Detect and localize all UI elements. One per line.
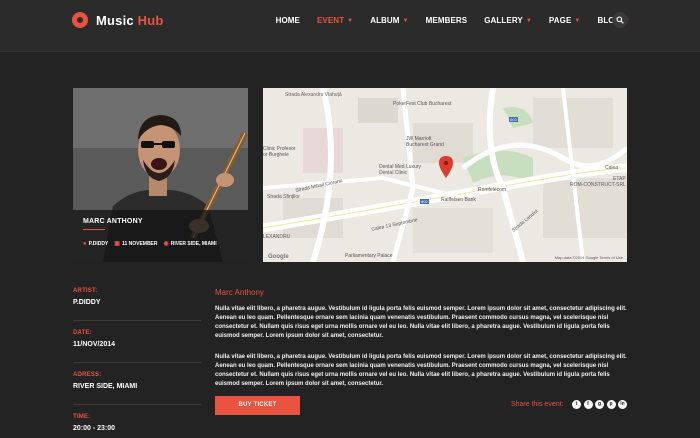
linkedin-icon[interactable]: in [618, 400, 627, 409]
share-bar: Share this event: t f g p in [511, 400, 627, 409]
google-logo: Google [268, 254, 289, 260]
nav-members[interactable]: MEMBERS [426, 16, 468, 25]
chevron-down-icon: ▼ [347, 17, 354, 24]
map-label: ROM-CONSTRUCT-SRL [570, 182, 626, 188]
map-label: Romtelecom [478, 187, 507, 193]
calendar-icon: ▣ [114, 241, 120, 247]
artist-name: MARC ANTHONY [83, 218, 143, 225]
site-header: Music Hub HOME EVENT ▼ ALBUM ▼ MEMBERS GAL… [0, 0, 700, 52]
info-time: TIME: 20:00 - 23:00 [73, 414, 116, 432]
event-description: Marc Anthony Nulla vitae elit libero, a … [215, 288, 627, 401]
logo-text-accent: Hub [137, 12, 164, 28]
map-label: ETAP [613, 176, 626, 182]
info-artist: ARTIST: P.DIDDY [73, 288, 201, 321]
map-road-sign: 603 [509, 117, 518, 122]
meta-date: 11 NOVEMBER [121, 240, 158, 247]
map-label: Strada Sfinților [267, 194, 300, 200]
nav-home[interactable]: HOME [276, 16, 300, 25]
map-canvas [263, 88, 627, 262]
nav-album[interactable]: ALBUM ▼ [370, 16, 408, 25]
event-map[interactable]: Strada Alexandru Vlahuță PokerFest Club … [263, 88, 627, 262]
info-date: DATE: 11/NOV/2014 [73, 330, 201, 363]
map-label: Strada Alexandru Vlahuță [285, 92, 342, 98]
map-label: Raiffeisen Bank [441, 197, 476, 203]
description-title: Marc Anthony [215, 288, 264, 297]
description-paragraph: Nulla vitae elit libero, a pharetra augu… [215, 354, 627, 387]
artist-photo: MARC ANTHONY ● P.DIDDY ▣ 11 NOVEMBER ◉ R… [73, 88, 248, 262]
map-label: Parliamentary Palace [345, 253, 393, 259]
description-paragraph: Nulla vitae elit libero, a pharetra augu… [215, 306, 627, 339]
pinterest-icon[interactable]: p [606, 400, 616, 409]
buy-ticket-button[interactable]: BUY TICKET [215, 396, 300, 415]
map-label: Clinic Profesor or Burghele [263, 146, 296, 158]
main-nav: HOME EVENT ▼ ALBUM ▼ MEMBERS GALLERY ▼ PAGE… [259, 16, 630, 25]
chevron-down-icon: ▼ [574, 17, 581, 24]
event-meta-row: ● P.DIDDY ▣ 11 NOVEMBER ◉ RIVER SIDE, MI… [83, 240, 223, 248]
map-attribution[interactable]: Map data ©2014 Google Terms of Use [555, 255, 623, 260]
nav-gallery[interactable]: GALLERY ▼ [484, 16, 532, 25]
info-address: ADRESS: RIVER SIDE, MIAMI [73, 372, 201, 405]
map-label: LEXANDRU [263, 234, 291, 240]
microphone-icon: ● [83, 240, 87, 247]
site-logo[interactable]: Music Hub [72, 12, 164, 28]
event-info: ARTIST: P.DIDDY DATE: 11/NOV/2014 ADRESS… [73, 288, 201, 438]
search-icon [616, 16, 624, 24]
nav-event[interactable]: EVENT ▼ [317, 16, 353, 25]
map-label: Calea [605, 165, 619, 171]
chevron-down-icon: ▼ [402, 17, 409, 24]
photo-caption-overlay: MARC ANTHONY ● P.DIDDY ▣ 11 NOVEMBER ◉ R… [73, 210, 248, 262]
google-plus-icon[interactable]: g [595, 400, 604, 409]
facebook-icon[interactable]: f [583, 400, 593, 409]
twitter-icon[interactable]: t [572, 400, 581, 409]
share-label: Share this event: [510, 401, 564, 408]
meta-performer: P.DIDDY [88, 240, 109, 247]
chevron-down-icon: ▼ [525, 17, 532, 24]
logo-text-main: Music [96, 12, 138, 28]
meta-location: RIVER SIDE, MIAMI [170, 240, 217, 247]
search-button[interactable] [612, 12, 628, 28]
map-label: Dental Med Luxury Dental Clinic [379, 164, 421, 176]
nav-page[interactable]: PAGE ▼ [549, 16, 581, 25]
map-label: JW Marriott Bucharest Grand [406, 136, 444, 148]
location-pin-icon: ◉ [163, 241, 169, 247]
record-logo-icon [72, 12, 88, 28]
accent-divider [83, 229, 105, 230]
map-road-sign: 602 [420, 199, 429, 204]
map-label: PokerFest Club Bucharest [393, 101, 452, 107]
